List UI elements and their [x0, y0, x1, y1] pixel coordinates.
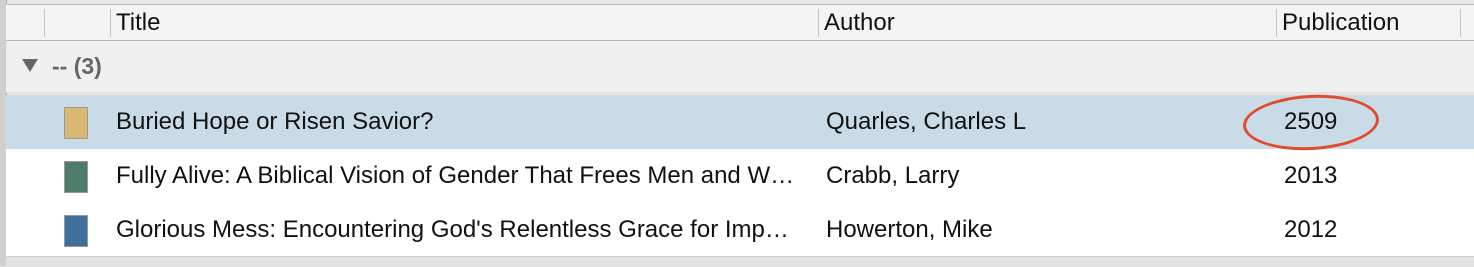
column-divider: [1460, 9, 1461, 37]
group-row[interactable]: -- (3): [6, 41, 1474, 93]
publication-cell: 2012: [1284, 216, 1338, 243]
table-row[interactable]: Glorious Mess: Encountering God's Relent…: [6, 203, 1474, 257]
author-cell: Quarles, Charles L: [826, 108, 1027, 135]
book-cover-icon: [64, 215, 88, 247]
title-cell: Buried Hope or Risen Savior?: [116, 108, 434, 135]
author-column-header[interactable]: Author: [818, 5, 1278, 41]
book-cover-icon: [64, 161, 88, 193]
table-footer-area: [6, 256, 1474, 267]
author-cell: Crabb, Larry: [826, 162, 960, 189]
disclosure-triangle-icon[interactable]: [22, 59, 38, 72]
column-divider: [44, 9, 45, 37]
table-header: Title Author Publication: [6, 4, 1474, 41]
title-column-header[interactable]: Title: [110, 5, 820, 41]
publication-column-header[interactable]: Publication: [1276, 5, 1456, 41]
publication-cell: 2013: [1284, 162, 1338, 189]
table-row[interactable]: Fully Alive: A Biblical Vision of Gender…: [6, 149, 1474, 203]
library-table: Title Author Publication -- (3) Buried H…: [0, 0, 1474, 267]
title-cell: Glorious Mess: Encountering God's Relent…: [116, 216, 789, 243]
book-cover-icon: [64, 107, 88, 139]
title-cell: Fully Alive: A Biblical Vision of Gender…: [116, 162, 795, 189]
group-label: -- (3): [52, 53, 102, 79]
author-cell: Howerton, Mike: [826, 216, 993, 243]
